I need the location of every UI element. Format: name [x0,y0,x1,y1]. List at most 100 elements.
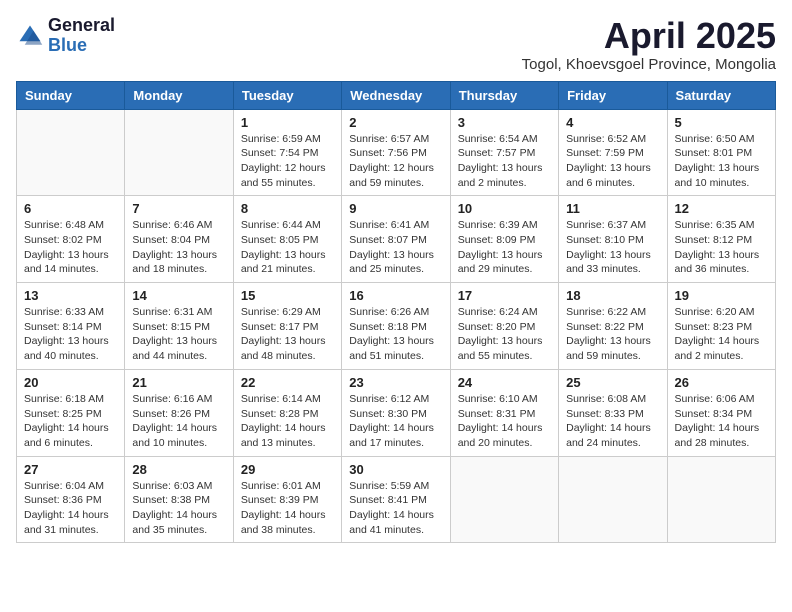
day-number: 7 [132,201,225,216]
day-info: Sunrise: 6:59 AMSunset: 7:54 PMDaylight:… [241,132,334,191]
month-title: April 2025 [522,16,776,56]
calendar-cell: 20 Sunrise: 6:18 AMSunset: 8:25 PMDayligh… [17,369,125,456]
weekday-header-thursday: Thursday [450,81,558,109]
day-info: Sunrise: 6:10 AMSunset: 8:31 PMDaylight:… [458,392,551,451]
day-number: 30 [349,462,442,477]
calendar-cell: 8 Sunrise: 6:44 AMSunset: 8:05 PMDaylight… [233,196,341,283]
calendar-week-2: 6Sunrise: 6:48 AMSunset: 8:02 PMDaylight… [17,196,776,283]
day-number: 27 [24,462,117,477]
day-info: Sunrise: 6:04 AMSunset: 8:36 PMDaylight:… [24,479,117,538]
day-number: 5 [675,115,768,130]
day-info: Sunrise: 6:39 AMSunset: 8:09 PMDaylight:… [458,218,551,277]
calendar-cell: 13 Sunrise: 6:33 AMSunset: 8:14 PMDayligh… [17,283,125,370]
calendar-cell: 2Sunrise: 6:57 AMSunset: 7:56 PMDaylight… [342,109,450,196]
weekday-header-saturday: Saturday [667,81,775,109]
day-number: 11 [566,201,659,216]
calendar-cell [17,109,125,196]
calendar-cell: 26 Sunrise: 6:06 AMSunset: 8:34 PMDayligh… [667,369,775,456]
calendar-cell: 1 Sunrise: 6:59 AMSunset: 7:54 PMDaylight… [233,109,341,196]
day-number: 24 [458,375,551,390]
day-number: 15 [241,288,334,303]
calendar-cell: 15 Sunrise: 6:29 AMSunset: 8:17 PMDayligh… [233,283,341,370]
day-info: Sunrise: 6:24 AMSunset: 8:20 PMDaylight:… [458,305,551,364]
day-info: Sunrise: 6:20 AMSunset: 8:23 PMDaylight:… [675,305,768,364]
day-info: Sunrise: 6:44 AMSunset: 8:05 PMDaylight:… [241,218,334,277]
weekday-header-friday: Friday [559,81,667,109]
day-info: Sunrise: 6:54 AMSunset: 7:57 PMDaylight:… [458,132,551,191]
logo: General Blue [16,16,115,56]
logo-general-text: General [48,16,115,36]
day-number: 25 [566,375,659,390]
calendar-cell: 11 Sunrise: 6:37 AMSunset: 8:10 PMDayligh… [559,196,667,283]
calendar-cell: 18Sunrise: 6:22 AMSunset: 8:22 PMDayligh… [559,283,667,370]
day-info: Sunrise: 6:12 AMSunset: 8:30 PMDaylight:… [349,392,442,451]
day-info: Sunrise: 6:41 AMSunset: 8:07 PMDaylight:… [349,218,442,277]
day-number: 10 [458,201,551,216]
calendar-cell [559,456,667,543]
calendar-cell: 21 Sunrise: 6:16 AMSunset: 8:26 PMDayligh… [125,369,233,456]
day-info: Sunrise: 6:03 AMSunset: 8:38 PMDaylight:… [132,479,225,538]
day-info: Sunrise: 6:29 AMSunset: 8:17 PMDaylight:… [241,305,334,364]
day-number: 19 [675,288,768,303]
day-number: 29 [241,462,334,477]
calendar-cell: 29 Sunrise: 6:01 AMSunset: 8:39 PMDayligh… [233,456,341,543]
day-number: 14 [132,288,225,303]
calendar-cell: 25 Sunrise: 6:08 AMSunset: 8:33 PMDayligh… [559,369,667,456]
calendar-week-3: 13 Sunrise: 6:33 AMSunset: 8:14 PMDayligh… [17,283,776,370]
day-info: Sunrise: 6:35 AMSunset: 8:12 PMDaylight:… [675,218,768,277]
day-info: Sunrise: 6:14 AMSunset: 8:28 PMDaylight:… [241,392,334,451]
weekday-header-monday: Monday [125,81,233,109]
calendar-cell: 14 Sunrise: 6:31 AMSunset: 8:15 PMDayligh… [125,283,233,370]
day-info: Sunrise: 6:26 AMSunset: 8:18 PMDaylight:… [349,305,442,364]
day-number: 1 [241,115,334,130]
day-number: 21 [132,375,225,390]
day-number: 16 [349,288,442,303]
day-info: Sunrise: 6:22 AMSunset: 8:22 PMDaylight:… [566,305,659,364]
calendar-cell: 3 Sunrise: 6:54 AMSunset: 7:57 PMDaylight… [450,109,558,196]
day-number: 12 [675,201,768,216]
calendar-cell: 19 Sunrise: 6:20 AMSunset: 8:23 PMDayligh… [667,283,775,370]
day-number: 28 [132,462,225,477]
day-number: 20 [24,375,117,390]
calendar-cell [125,109,233,196]
day-info: Sunrise: 6:57 AMSunset: 7:56 PMDaylight:… [349,132,442,191]
calendar-cell: 12 Sunrise: 6:35 AMSunset: 8:12 PMDayligh… [667,196,775,283]
calendar-week-5: 27 Sunrise: 6:04 AMSunset: 8:36 PMDayligh… [17,456,776,543]
calendar-cell: 10 Sunrise: 6:39 AMSunset: 8:09 PMDayligh… [450,196,558,283]
weekday-header-wednesday: Wednesday [342,81,450,109]
day-info: Sunrise: 6:08 AMSunset: 8:33 PMDaylight:… [566,392,659,451]
day-info: Sunrise: 6:31 AMSunset: 8:15 PMDaylight:… [132,305,225,364]
day-info: Sunrise: 6:37 AMSunset: 8:10 PMDaylight:… [566,218,659,277]
calendar-cell: 23Sunrise: 6:12 AMSunset: 8:30 PMDayligh… [342,369,450,456]
calendar-cell: 7 Sunrise: 6:46 AMSunset: 8:04 PMDaylight… [125,196,233,283]
calendar-cell: 5 Sunrise: 6:50 AMSunset: 8:01 PMDaylight… [667,109,775,196]
calendar-week-1: 1 Sunrise: 6:59 AMSunset: 7:54 PMDaylight… [17,109,776,196]
location-text: Togol, Khoevsgoel Province, Mongolia [522,56,776,73]
day-number: 13 [24,288,117,303]
day-number: 8 [241,201,334,216]
day-info: Sunrise: 6:50 AMSunset: 8:01 PMDaylight:… [675,132,768,191]
day-info: Sunrise: 5:59 AMSunset: 8:41 PMDaylight:… [349,479,442,538]
logo-blue-text: Blue [48,36,115,56]
weekday-header-sunday: Sunday [17,81,125,109]
calendar-cell: 30 Sunrise: 5:59 AMSunset: 8:41 PMDayligh… [342,456,450,543]
calendar-cell: 9Sunrise: 6:41 AMSunset: 8:07 PMDaylight… [342,196,450,283]
day-info: Sunrise: 6:48 AMSunset: 8:02 PMDaylight:… [24,218,117,277]
calendar-table: SundayMondayTuesdayWednesdayThursdayFrid… [16,81,776,544]
day-number: 4 [566,115,659,130]
weekday-header-tuesday: Tuesday [233,81,341,109]
day-info: Sunrise: 6:06 AMSunset: 8:34 PMDaylight:… [675,392,768,451]
calendar-cell: 17 Sunrise: 6:24 AMSunset: 8:20 PMDayligh… [450,283,558,370]
calendar-cell: 22Sunrise: 6:14 AMSunset: 8:28 PMDayligh… [233,369,341,456]
logo-icon [16,22,44,50]
day-info: Sunrise: 6:16 AMSunset: 8:26 PMDaylight:… [132,392,225,451]
day-info: Sunrise: 6:01 AMSunset: 8:39 PMDaylight:… [241,479,334,538]
day-number: 3 [458,115,551,130]
day-info: Sunrise: 6:46 AMSunset: 8:04 PMDaylight:… [132,218,225,277]
day-info: Sunrise: 6:33 AMSunset: 8:14 PMDaylight:… [24,305,117,364]
calendar-cell: 28 Sunrise: 6:03 AMSunset: 8:38 PMDayligh… [125,456,233,543]
day-number: 17 [458,288,551,303]
day-info: Sunrise: 6:18 AMSunset: 8:25 PMDaylight:… [24,392,117,451]
day-number: 26 [675,375,768,390]
calendar-cell [667,456,775,543]
